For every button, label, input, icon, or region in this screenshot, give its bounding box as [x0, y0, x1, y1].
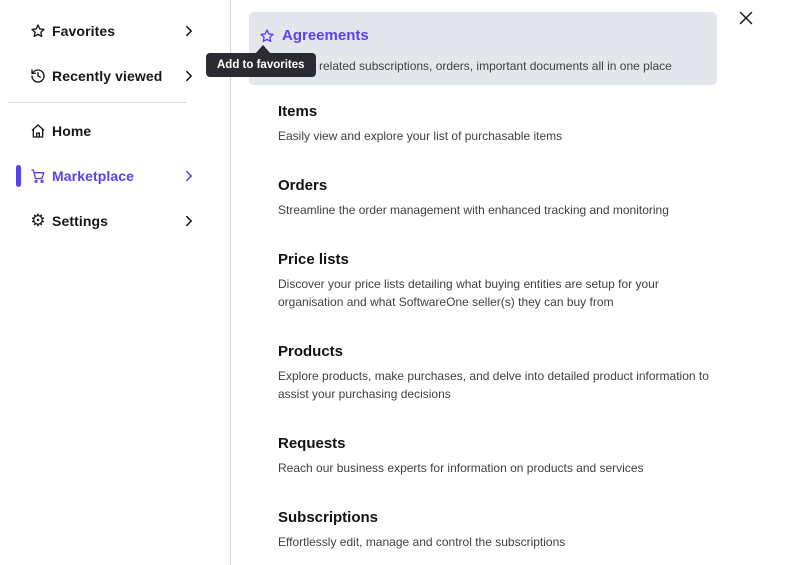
menu-item-price-lists[interactable]: Price lists Discover your price lists de…	[278, 251, 723, 311]
menu-item-title-row: Agreements	[259, 27, 703, 45]
menu-item-products[interactable]: Products Explore products, make purchase…	[278, 343, 723, 403]
sidebar: Favorites Recently viewed	[0, 0, 230, 565]
marketplace-menu-panel: Agreements related subscriptions, orders…	[230, 0, 788, 565]
menu-item-description: related subscriptions, orders, important…	[319, 57, 703, 75]
menu-item-items[interactable]: Items Easily view and explore your list …	[278, 103, 723, 145]
sidebar-item-settings[interactable]: ⚙ Settings	[0, 202, 230, 240]
active-indicator-bar	[16, 165, 21, 187]
chevron-right-icon	[182, 169, 196, 183]
menu-item-title: Agreements	[282, 27, 369, 45]
menu-item-description: Effortlessly edit, manage and control th…	[278, 533, 718, 551]
sidebar-item-label: Favorites	[52, 23, 115, 39]
menu-item-description: Reach our business experts for informati…	[278, 459, 718, 477]
menu-item-requests[interactable]: Requests Reach our business experts for …	[278, 435, 723, 477]
sidebar-item-label: Home	[52, 123, 91, 139]
chevron-right-icon	[182, 69, 196, 83]
menu-item-title: Subscriptions	[278, 509, 723, 527]
star-icon	[30, 23, 46, 39]
menu-item-description: Streamline the order management with enh…	[278, 201, 718, 219]
chevron-right-icon	[182, 24, 196, 38]
sidebar-item-label: Settings	[52, 213, 108, 229]
add-to-favorites-tooltip: Add to favorites	[206, 53, 316, 77]
cart-icon	[30, 168, 46, 184]
menu-item-description: Easily view and explore your list of pur…	[278, 127, 718, 145]
sidebar-divider	[8, 102, 187, 103]
menu-item-title: Orders	[278, 177, 723, 195]
menu-item-agreements[interactable]: Agreements related subscriptions, orders…	[249, 12, 717, 85]
sidebar-item-label: Marketplace	[52, 168, 134, 184]
sidebar-item-favorites[interactable]: Favorites	[0, 12, 230, 50]
menu-item-description: Discover your price lists detailing what…	[278, 275, 718, 311]
gear-icon: ⚙	[30, 213, 46, 229]
menu-item-title: Requests	[278, 435, 723, 453]
home-icon	[30, 123, 46, 139]
sidebar-item-home[interactable]: Home	[0, 112, 230, 150]
close-icon[interactable]	[736, 8, 756, 28]
menu-item-orders[interactable]: Orders Streamline the order management w…	[278, 177, 723, 219]
menu-item-subscriptions[interactable]: Subscriptions Effortlessly edit, manage …	[278, 509, 723, 551]
favorite-star-icon[interactable]	[259, 28, 275, 44]
menu-item-title: Products	[278, 343, 723, 361]
sidebar-item-marketplace[interactable]: Marketplace	[0, 157, 230, 195]
menu-item-title: Items	[278, 103, 723, 121]
menu-item-list: Items Easily view and explore your list …	[249, 103, 788, 551]
sidebar-item-label: Recently viewed	[52, 68, 162, 84]
app-window: Favorites Recently viewed	[0, 0, 788, 565]
history-icon	[30, 68, 46, 84]
sidebar-item-recently-viewed[interactable]: Recently viewed	[0, 57, 230, 95]
menu-item-description: Explore products, make purchases, and de…	[278, 367, 718, 403]
menu-item-title: Price lists	[278, 251, 723, 269]
chevron-right-icon	[182, 214, 196, 228]
